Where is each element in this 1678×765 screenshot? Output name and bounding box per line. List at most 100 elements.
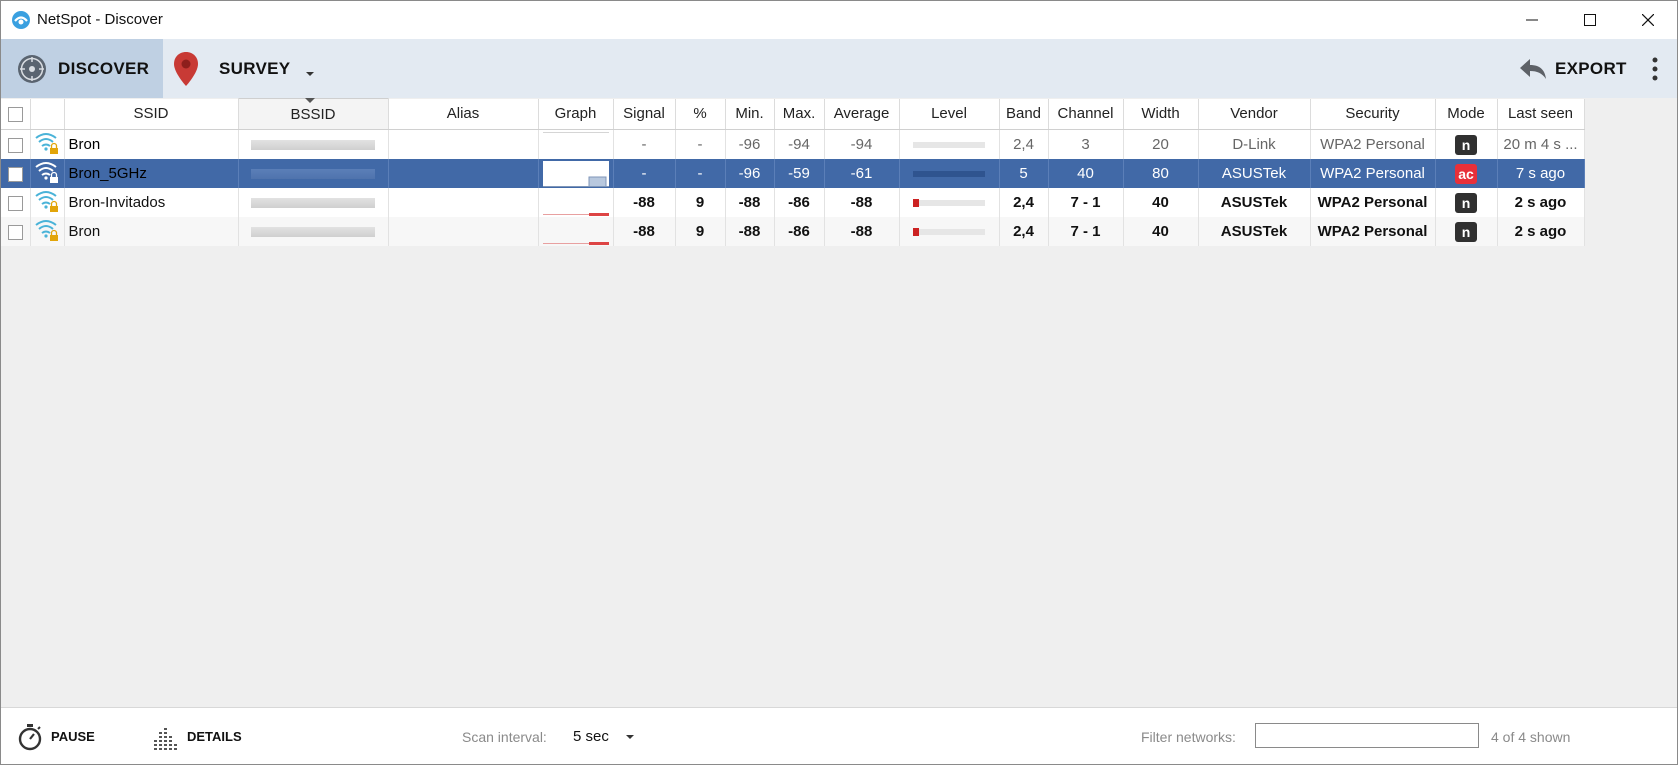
column-header-width[interactable]: Width: [1123, 98, 1199, 130]
sort-indicator-icon: [304, 98, 315, 103]
export-button[interactable]: EXPORT: [1519, 39, 1627, 98]
width-cell: 20: [1123, 129, 1199, 159]
table-row[interactable]: Bron-Invitados -88 9 -88 -86 -88 2,4 7 -…: [1, 188, 1585, 217]
wifi-lock-icon: [35, 161, 58, 183]
bssid-redacted: [251, 169, 375, 180]
average-cell: -61: [824, 159, 900, 188]
row-checkbox-cell[interactable]: [1, 188, 31, 217]
scan-interval-select[interactable]: 5 sec: [573, 708, 635, 764]
column-header-max[interactable]: Max.: [774, 98, 825, 130]
last-seen-cell: 2 s ago: [1497, 217, 1585, 246]
column-header-min[interactable]: Min.: [725, 98, 775, 130]
chevron-down-icon: [625, 734, 634, 739]
max-cell: -59: [774, 159, 825, 188]
row-checkbox-cell[interactable]: [1, 159, 31, 188]
row-checkbox[interactable]: [7, 195, 23, 211]
close-button[interactable]: [1619, 1, 1677, 39]
export-arrow-icon: [1520, 58, 1546, 79]
bssid-cell: [238, 159, 389, 188]
filter-label-wrap: Filter networks:: [1141, 708, 1236, 764]
vendor-cell: ASUSTek: [1198, 217, 1311, 246]
channel-cell: 7 - 1: [1048, 188, 1124, 217]
min-cell: -88: [725, 188, 775, 217]
mode-cell: n: [1435, 217, 1498, 246]
column-header-vendor[interactable]: Vendor: [1198, 98, 1311, 130]
column-header-bssid[interactable]: BSSID: [238, 98, 389, 130]
column-header-ssid[interactable]: SSID: [64, 98, 239, 130]
column-header-band[interactable]: Band: [999, 98, 1049, 130]
networks-table: SSID BSSID Alias Graph Signal % Min. Max…: [1, 98, 1585, 246]
row-checkbox[interactable]: [7, 137, 23, 153]
alias-cell[interactable]: [388, 129, 539, 159]
signal-graph: [542, 241, 609, 245]
channel-cell: 40: [1048, 159, 1124, 188]
level-fill: [913, 228, 920, 237]
column-header-alias[interactable]: Alias: [388, 98, 539, 130]
column-header-last-seen[interactable]: Last seen: [1497, 98, 1585, 130]
last-seen-cell: 7 s ago: [1497, 159, 1585, 188]
select-all-checkbox[interactable]: [7, 106, 23, 122]
mode-badge: n: [1455, 134, 1477, 155]
ssid-cell: Bron-Invitados: [64, 188, 239, 217]
discover-tab[interactable]: DISCOVER: [1, 39, 163, 98]
wifi-cell: [30, 129, 65, 159]
signal-graph: [542, 160, 609, 187]
close-icon: [1642, 14, 1654, 26]
column-header-security[interactable]: Security: [1310, 98, 1436, 130]
percent-cell: -: [675, 159, 726, 188]
column-header-level[interactable]: Level: [899, 98, 1000, 130]
signal-cell: -: [613, 129, 676, 159]
pause-label: PAUSE: [51, 729, 95, 744]
vendor-cell: ASUSTek: [1198, 188, 1311, 217]
maximize-button[interactable]: [1561, 1, 1619, 39]
last-seen-cell: 20 m 4 s ...: [1497, 129, 1585, 159]
column-header-channel[interactable]: Channel: [1048, 98, 1124, 130]
ssid-cell: Bron_5GHz: [64, 159, 239, 188]
shown-count-wrap: 4 of 4 shown: [1491, 708, 1570, 764]
chevron-down-icon: [306, 72, 314, 76]
bssid-cell: [238, 217, 389, 246]
mode-badge: ac: [1455, 163, 1477, 184]
survey-dropdown-button[interactable]: [305, 65, 315, 83]
alias-cell[interactable]: [388, 188, 539, 217]
minimize-button[interactable]: [1503, 1, 1561, 39]
vendor-cell: ASUSTek: [1198, 159, 1311, 188]
title-bar: NetSpot - Discover: [1, 1, 1677, 39]
maximize-icon: [1584, 14, 1596, 26]
more-vertical-icon[interactable]: [1645, 55, 1665, 83]
minimize-icon: [1526, 19, 1538, 21]
pause-button[interactable]: PAUSE: [17, 708, 95, 764]
table-row[interactable]: Bron -88 9 -88 -86 -88 2,4 7 - 1 40 ASUS…: [1, 217, 1585, 246]
alias-cell[interactable]: [388, 159, 539, 188]
wifi-lock-icon: [35, 190, 58, 212]
bssid-redacted: [251, 140, 375, 151]
column-header-graph[interactable]: Graph: [538, 98, 614, 130]
band-cell: 2,4: [999, 217, 1049, 246]
column-header-average[interactable]: Average: [824, 98, 900, 130]
details-button[interactable]: DETAILS: [153, 708, 242, 764]
alias-cell[interactable]: [388, 217, 539, 246]
app-logo-icon: [12, 11, 30, 29]
scan-interval-group: Scan interval:: [462, 708, 547, 764]
scan-interval-label: Scan interval:: [462, 728, 547, 745]
survey-tab[interactable]: SURVEY: [173, 39, 290, 98]
row-checkbox-cell[interactable]: [1, 217, 31, 246]
level-bar: [913, 171, 985, 178]
percent-cell: -: [675, 129, 726, 159]
graph-cell: [538, 217, 614, 246]
window-title: NetSpot - Discover: [37, 11, 163, 28]
column-header-percent[interactable]: %: [675, 98, 726, 130]
row-checkbox-cell[interactable]: [1, 129, 31, 159]
band-cell: 2,4: [999, 129, 1049, 159]
column-header-mode[interactable]: Mode: [1435, 98, 1498, 130]
survey-label: SURVEY: [219, 58, 291, 78]
filter-networks-input[interactable]: [1255, 723, 1479, 748]
discover-label: DISCOVER: [58, 58, 150, 78]
column-header-signal[interactable]: Signal: [613, 98, 676, 130]
table-row[interactable]: Bron - - -96 -94 -94 2,4 3 20 D-Link WPA…: [1, 129, 1585, 159]
scan-interval-value: 5 sec: [573, 728, 609, 745]
table-row-selected[interactable]: Bron_5GHz - - -96 -59 -61 5 40 80 ASUSTe…: [1, 159, 1585, 188]
row-checkbox[interactable]: [7, 224, 23, 240]
row-checkbox[interactable]: [7, 166, 23, 182]
select-all-checkbox-cell[interactable]: [1, 98, 31, 130]
